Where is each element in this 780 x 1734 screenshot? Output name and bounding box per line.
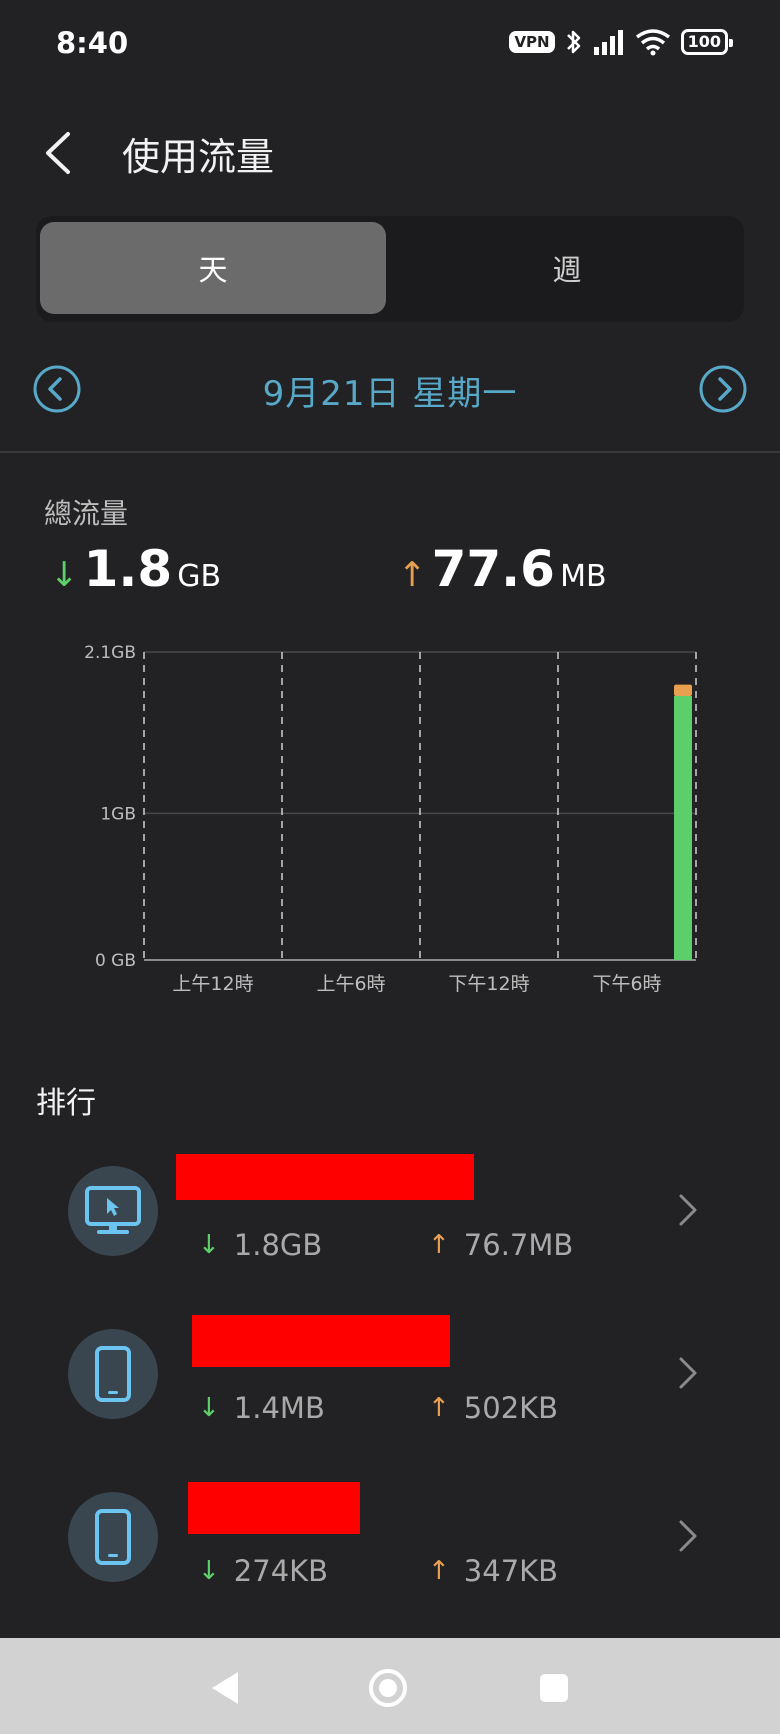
download-value: 274KB	[233, 1554, 329, 1588]
chart-x-tick-label: 下午6時	[592, 973, 661, 995]
upload-arrow-icon: ↑	[428, 1393, 450, 1423]
phone-icon	[95, 1509, 131, 1565]
total-download: ↓ 1.8 GB	[50, 540, 221, 598]
upload-value: 76.7MB	[463, 1228, 574, 1262]
status-time: 8:40	[56, 26, 129, 60]
monitor-icon	[85, 1186, 141, 1234]
chart-y-tick-label: 2.1GB	[84, 643, 136, 663]
upload-arrow-icon: ↑	[398, 555, 427, 595]
total-usage-label: 總流量	[44, 497, 129, 530]
redacted-app-name	[188, 1482, 360, 1534]
divider	[0, 451, 780, 453]
nav-recents-icon[interactable]	[534, 1668, 574, 1708]
download-value: 1.4MB	[233, 1391, 325, 1425]
ranking-item-1[interactable]: ↓ 1.8GB ↑ 76.7MB	[0, 1128, 780, 1278]
chart-x-tick-label: 上午6時	[316, 973, 385, 995]
upload-stat: ↑ 502KB	[428, 1391, 558, 1425]
redacted-app-name	[192, 1315, 450, 1367]
ranking-title: 排行	[36, 1086, 96, 1121]
usage-bar-chart: 2.1GB 1GB 0 GB 上午12時 上午6時 下午12時 下午6時	[84, 643, 697, 995]
app-avatar	[68, 1329, 158, 1419]
download-stat: ↓ 1.4MB	[198, 1391, 325, 1425]
upload-stat: ↑ 347KB	[428, 1554, 558, 1588]
tab-week[interactable]: 週	[394, 222, 740, 314]
vpn-icon: VPN	[509, 31, 555, 53]
chart-y-tick-label: 1GB	[100, 804, 136, 824]
signal-icon	[593, 30, 623, 55]
status-icons: VPN 100	[509, 28, 734, 56]
tab-day[interactable]: 天	[40, 222, 386, 314]
bluetooth-icon	[566, 30, 580, 54]
ranking-item-3[interactable]: ↓ 274KB ↑ 347KB	[0, 1454, 780, 1604]
app-avatar	[68, 1166, 158, 1256]
back-arrow-icon[interactable]	[40, 128, 80, 178]
chart-bar-download	[674, 696, 692, 960]
upload-stat: ↑ 76.7MB	[428, 1228, 573, 1262]
chevron-right-icon	[679, 1194, 697, 1226]
phone-icon	[95, 1346, 131, 1402]
chart-bar-upload	[674, 684, 692, 696]
system-navigation-bar	[0, 1638, 780, 1734]
ranking-item-2[interactable]: ↓ 1.4MB ↑ 502KB	[0, 1291, 780, 1441]
download-arrow-icon: ↓	[198, 1393, 220, 1423]
nav-back-icon[interactable]	[206, 1668, 246, 1708]
download-arrow-icon: ↓	[198, 1556, 220, 1586]
chart-x-tick-label: 上午12時	[172, 973, 253, 995]
chart-y-tick-label: 0 GB	[95, 951, 136, 971]
app-avatar	[68, 1492, 158, 1582]
page-title: 使用流量	[122, 135, 275, 179]
total-upload-unit: MB	[560, 559, 607, 594]
status-bar: 8:40 VPN 100	[0, 0, 780, 90]
total-download-value: 1.8	[83, 540, 173, 598]
upload-value: 502KB	[463, 1391, 559, 1425]
upload-arrow-icon: ↑	[428, 1230, 450, 1260]
download-stat: ↓ 1.8GB	[198, 1228, 322, 1262]
chevron-right-icon	[679, 1520, 697, 1552]
download-arrow-icon: ↓	[198, 1230, 220, 1260]
total-upload: ↑ 77.6 MB	[398, 540, 607, 598]
battery-icon: 100	[680, 29, 734, 55]
period-segmented-control: 天 週	[36, 216, 744, 322]
wifi-icon	[635, 29, 670, 56]
download-value: 1.8GB	[233, 1228, 323, 1262]
upload-arrow-icon: ↑	[428, 1556, 450, 1586]
download-arrow-icon: ↓	[50, 555, 79, 595]
nav-home-icon[interactable]	[368, 1668, 408, 1708]
chevron-right-icon	[679, 1357, 697, 1389]
download-stat: ↓ 274KB	[198, 1554, 328, 1588]
total-download-unit: GB	[177, 559, 222, 594]
redacted-app-name	[176, 1154, 474, 1200]
total-upload-value: 77.6	[431, 540, 555, 598]
upload-value: 347KB	[463, 1554, 559, 1588]
selected-date: 9月21日 星期一	[262, 374, 518, 414]
next-date-button[interactable]	[698, 364, 748, 414]
chart-x-tick-label: 下午12時	[448, 973, 529, 995]
